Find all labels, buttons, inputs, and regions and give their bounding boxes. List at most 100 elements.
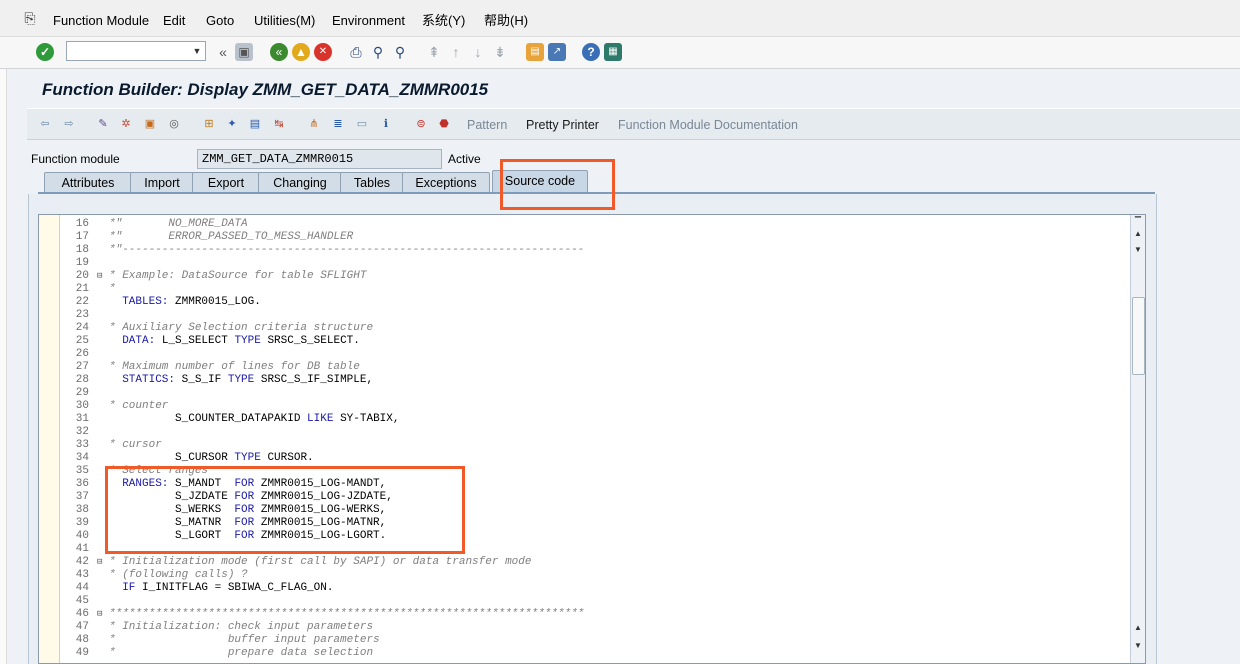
code-text: * prepare data selection bbox=[109, 647, 373, 660]
cancel-icon[interactable]: ✕ bbox=[314, 43, 332, 61]
exit-icon[interactable]: ▲ bbox=[292, 43, 310, 61]
code-text: *"--------------------------------------… bbox=[109, 244, 584, 257]
save-icon[interactable]: ▣ bbox=[235, 43, 253, 61]
code-line[interactable]: 34 S_CURSOR TYPE CURSOR. bbox=[59, 452, 1131, 465]
code-line[interactable]: 42 ⊟ * Initialization mode (first call by … bbox=[59, 556, 1131, 569]
system-menu-icon[interactable]: ⎘ bbox=[22, 10, 38, 26]
code-line[interactable]: 22 TABLES: ZMMR0015_LOG. bbox=[59, 296, 1131, 309]
menu-system[interactable]: 系统(Y) bbox=[422, 12, 465, 30]
code-line[interactable]: 24 * Auxiliary Selection criteria structu… bbox=[59, 322, 1131, 335]
pattern-button[interactable]: Pattern bbox=[467, 117, 507, 133]
stop-icon[interactable]: ⬣ bbox=[436, 116, 452, 132]
menu-goto[interactable]: Goto bbox=[206, 12, 234, 30]
display-change-icon[interactable]: ✎ bbox=[95, 116, 111, 132]
function-module-documentation-button[interactable]: Function Module Documentation bbox=[618, 117, 798, 133]
last-page-icon[interactable]: ⇟ bbox=[491, 43, 509, 61]
code-line[interactable]: 45 bbox=[59, 595, 1131, 608]
code-line[interactable]: 47 * Initialization: check input paramete… bbox=[59, 621, 1131, 634]
code-line[interactable]: 25 DATA: L_S_SELECT TYPE SRSC_S_SELECT. bbox=[59, 335, 1131, 348]
menu-edit[interactable]: Edit bbox=[163, 12, 185, 30]
tab-changing[interactable]: Changing bbox=[258, 172, 342, 193]
new-session-icon[interactable]: ▤ bbox=[526, 43, 544, 61]
code-line[interactable]: 16 *" NO_MORE_DATA bbox=[59, 218, 1131, 231]
previous-page-icon[interactable]: ↑ bbox=[447, 43, 465, 61]
hierarchy-icon[interactable]: ⋔ bbox=[306, 116, 322, 132]
line-number: 31 bbox=[75, 413, 89, 425]
fold-toggle-icon[interactable]: ⊟ bbox=[97, 270, 106, 283]
tab-import[interactable]: Import bbox=[130, 172, 194, 193]
enter-icon[interactable]: ✓ bbox=[36, 43, 54, 61]
source-code-editor[interactable]: 16 *" NO_MORE_DATA 17 *" ERROR_PASSED_TO_ME… bbox=[38, 214, 1146, 664]
scroll-page-up-icon[interactable]: ▼ bbox=[1131, 243, 1145, 257]
code-line[interactable]: 27 * Maximum number of lines for DB table bbox=[59, 361, 1131, 374]
editor-gutter bbox=[39, 215, 60, 663]
pretty-printer-button[interactable]: Pretty Printer bbox=[526, 117, 599, 133]
code-line[interactable]: 43 * (following calls) ? bbox=[59, 569, 1131, 582]
collapse-toolbar-icon[interactable]: « bbox=[214, 43, 232, 61]
insert-icon[interactable]: ≣ bbox=[330, 116, 346, 132]
command-field[interactable] bbox=[66, 41, 206, 61]
code-comment: * buffer input parameters bbox=[109, 634, 380, 646]
activate-icon[interactable]: ✲ bbox=[118, 116, 134, 132]
find-icon[interactable]: ⚲ bbox=[369, 43, 387, 61]
check-icon[interactable]: ▣ bbox=[142, 116, 158, 132]
info-icon[interactable]: ℹ bbox=[378, 116, 394, 132]
function-module-field[interactable]: ZMM_GET_DATA_ZMMR0015 bbox=[197, 149, 442, 169]
first-page-icon[interactable]: ⇞ bbox=[425, 43, 443, 61]
object-list-icon[interactable]: ▤ bbox=[247, 116, 263, 132]
code-line[interactable]: 32 bbox=[59, 426, 1131, 439]
navigation-icon[interactable]: ↹ bbox=[271, 116, 287, 132]
fold-toggle-icon[interactable]: ⊟ bbox=[97, 556, 106, 569]
code-line[interactable]: 44 IF I_INITFLAG = SBIWA_C_FLAG_ON. bbox=[59, 582, 1131, 595]
code-line[interactable]: 18 *"------------------------------------… bbox=[59, 244, 1131, 257]
tab-exceptions[interactable]: Exceptions bbox=[402, 172, 490, 193]
tab-export[interactable]: Export bbox=[192, 172, 260, 193]
background-window-edge bbox=[0, 68, 7, 664]
test-icon[interactable]: ◎ bbox=[166, 116, 182, 132]
code-line[interactable]: 21 * bbox=[59, 283, 1131, 296]
code-line[interactable]: 29 bbox=[59, 387, 1131, 400]
line-number: 38 bbox=[75, 504, 89, 516]
create-shortcut-icon[interactable]: ↗ bbox=[548, 43, 566, 61]
fold-toggle-icon[interactable]: ⊟ bbox=[97, 608, 106, 621]
code-line[interactable]: 23 bbox=[59, 309, 1131, 322]
next-page-icon[interactable]: ↓ bbox=[469, 43, 487, 61]
code-line[interactable]: 30 * counter bbox=[59, 400, 1131, 413]
customize-layout-icon[interactable]: ▦ bbox=[604, 43, 622, 61]
help-icon[interactable]: ? bbox=[582, 43, 600, 61]
vertical-scrollbar[interactable]: ▔ ▲ ▼ ▲ ▼ bbox=[1130, 215, 1145, 663]
code-keyword: DATA: bbox=[109, 335, 162, 347]
menu-help[interactable]: 帮助(H) bbox=[484, 12, 528, 30]
code-line[interactable]: 20 ⊟ * Example: DataSource for table SFLIG… bbox=[59, 270, 1131, 283]
tab-attributes[interactable]: Attributes bbox=[44, 172, 132, 193]
code-line[interactable]: 19 bbox=[59, 257, 1131, 270]
code-line[interactable]: 26 bbox=[59, 348, 1131, 361]
code-line[interactable]: 28 STATICS: S_S_IF TYPE SRSC_S_IF_SIMPLE… bbox=[59, 374, 1131, 387]
menu-environment[interactable]: Environment bbox=[332, 12, 405, 30]
code-line[interactable]: 33 * cursor bbox=[59, 439, 1131, 452]
code-line[interactable]: 17 *" ERROR_PASSED_TO_MESS_HANDLER bbox=[59, 231, 1131, 244]
code-line[interactable]: 31 S_COUNTER_DATAPAKID LIKE SY-TABIX, bbox=[59, 413, 1131, 426]
code-line[interactable]: 46 ⊟ *************************************… bbox=[59, 608, 1131, 621]
menu-function-module[interactable]: Function Module bbox=[53, 12, 149, 30]
code-line[interactable]: 49 * prepare data selection bbox=[59, 647, 1131, 660]
display-object-icon[interactable]: ▭ bbox=[354, 116, 370, 132]
menu-utilities[interactable]: Utilities(M) bbox=[254, 12, 315, 30]
tab-tables[interactable]: Tables bbox=[340, 172, 404, 193]
magic-wand-icon[interactable]: ✦ bbox=[224, 116, 240, 132]
breakpoint-icon[interactable]: ⊜ bbox=[413, 116, 429, 132]
code-text: TABLES: ZMMR0015_LOG. bbox=[109, 296, 261, 309]
print-icon[interactable]: ⎙ bbox=[347, 43, 365, 61]
back-icon[interactable]: « bbox=[270, 43, 288, 61]
forward-arrow-icon[interactable]: ⇨ bbox=[61, 116, 77, 132]
where-used-icon[interactable]: ⊞ bbox=[201, 116, 217, 132]
command-history-dropdown-icon[interactable]: ▼ bbox=[189, 42, 205, 60]
scroll-up-icon[interactable]: ▲ bbox=[1131, 227, 1145, 241]
back-arrow-icon[interactable]: ⇦ bbox=[37, 116, 53, 132]
find-next-icon[interactable]: ⚲ bbox=[391, 43, 409, 61]
scroll-page-down-icon[interactable]: ▼ bbox=[1131, 639, 1145, 653]
code-identifier: SY-TABIX, bbox=[340, 413, 400, 425]
scrollbar-thumb[interactable] bbox=[1132, 297, 1145, 375]
code-line[interactable]: 48 * buffer input parameters bbox=[59, 634, 1131, 647]
scroll-down-icon[interactable]: ▲ bbox=[1131, 621, 1145, 635]
